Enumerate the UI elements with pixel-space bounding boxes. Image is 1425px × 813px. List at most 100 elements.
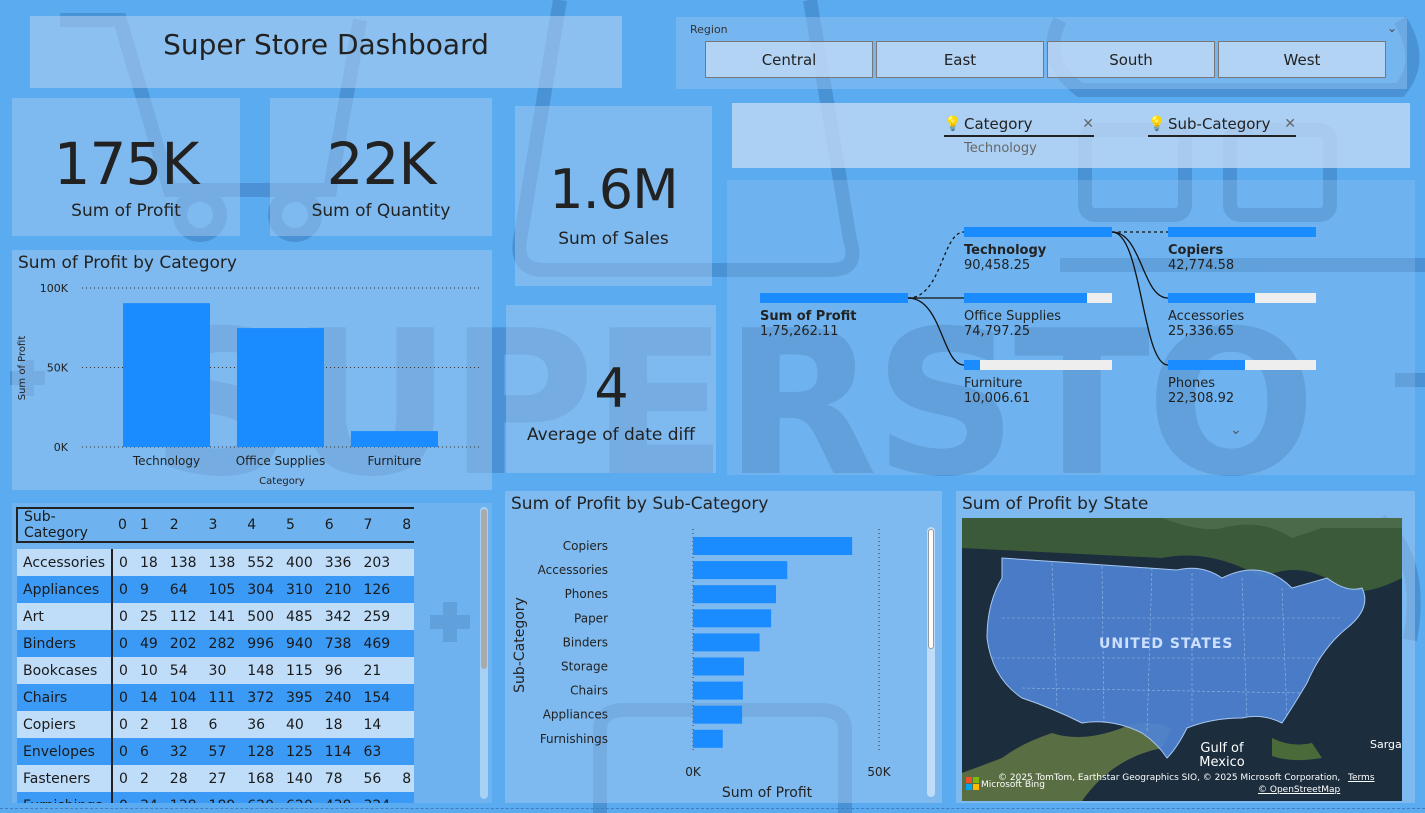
table-row[interactable]: Copiers 0 2 18 6 36 40 18 14 [17, 711, 414, 738]
chevron-down-icon[interactable]: ⌄ [1387, 21, 1397, 35]
tree-node-value: 25,336.65 [1168, 324, 1235, 339]
matrix-cell [396, 657, 414, 684]
matrix-cell: 304 [247, 581, 274, 598]
bar-chairs[interactable] [693, 681, 743, 700]
matrix-cell: 189 [203, 792, 242, 804]
matrix-cell: 282 [208, 635, 236, 652]
matrix-cell: 114 [324, 743, 352, 760]
matrix-cell: 57 [208, 743, 227, 760]
subcategory-scrollbar[interactable] [927, 527, 935, 797]
map-osm-link[interactable]: © OpenStreetMap [1258, 785, 1340, 795]
table-row[interactable]: Fasteners 0 2 28 27 168 140 78 56 8 [17, 765, 414, 792]
page-bottom-divider [0, 808, 1425, 809]
matrix-column-header: 4 [247, 517, 257, 533]
matrix-cell: 168 [247, 770, 274, 787]
filter-subcategory[interactable]: 💡 Sub-Category ✕ [1148, 115, 1296, 141]
close-icon[interactable]: ✕ [1284, 116, 1296, 132]
matrix-cell: 18 [139, 554, 158, 571]
kpi-card-profit[interactable]: 175K Sum of Profit [12, 98, 240, 236]
matrix-scrollbar[interactable] [480, 507, 488, 799]
matrix-cell: 0 [119, 635, 128, 652]
kpi-card-sales[interactable]: 1.6M Sum of Sales [515, 106, 712, 286]
table-row[interactable]: Art 0 25 112 141 500 485 342 259 [17, 603, 414, 630]
map-canvas [962, 518, 1402, 801]
bar-furnishings[interactable] [693, 729, 723, 748]
table-row[interactable]: Chairs 0 14 104 111 372 395 240 154 [17, 684, 414, 711]
kpi-card-date-diff[interactable]: 4 Average of date diff [506, 305, 716, 473]
table-row[interactable]: Bookcases 0 10 54 30 148 115 96 21 [17, 657, 414, 684]
region-button-east[interactable]: East [876, 41, 1044, 78]
matrix-row-label: Envelopes [17, 738, 114, 765]
matrix-cell: 620 [280, 792, 319, 804]
tree-node-accessories[interactable]: Accessories 25,336.65 [1168, 293, 1316, 339]
bar-accessories[interactable] [693, 561, 788, 580]
tree-node-label: Furniture [964, 376, 1023, 391]
matrix-cell: 96 [324, 662, 343, 679]
tree-node-furniture[interactable]: Furniture 10,006.61 [964, 360, 1112, 406]
matrix-cell: 34 [134, 792, 164, 804]
y-tick-label: Storage [561, 660, 608, 674]
lightbulb-icon: 💡 [1148, 116, 1166, 132]
tree-node-value: 90,458.25 [964, 258, 1031, 273]
matrix-cell: 8 [402, 770, 412, 787]
tree-node-copiers[interactable]: Copiers 42,774.58 [1168, 227, 1316, 273]
kpi-card-quantity[interactable]: 22K Sum of Quantity [270, 98, 492, 236]
table-row[interactable]: Envelopes 0 6 32 57 128 125 114 63 [17, 738, 414, 765]
tree-node-label: Technology [964, 243, 1047, 258]
bar-technology[interactable] [123, 303, 210, 447]
tree-node-value: 10,006.61 [964, 391, 1031, 406]
map-terms-link[interactable]: Terms [1348, 773, 1375, 783]
matrix-cell: 372 [247, 689, 274, 706]
matrix-cell: 0 [119, 689, 128, 706]
region-button-south[interactable]: South [1047, 41, 1215, 78]
tree-node-phones[interactable]: Phones 22,308.92 [1168, 360, 1316, 406]
tree-node-office-supplies[interactable]: Office Supplies 74,797.25 [964, 293, 1112, 339]
matrix-cell [396, 711, 414, 738]
matrix-cell: 64 [169, 581, 188, 598]
filter-category-name: Category [944, 115, 1094, 137]
matrix-cell: 18 [169, 716, 188, 733]
x-axis-label: Category [259, 476, 305, 487]
table-row[interactable]: Appliances 0 9 64 105 304 310 210 126 [17, 576, 414, 603]
bar-storage[interactable] [693, 657, 744, 676]
region-button-central[interactable]: Central [705, 41, 873, 78]
decomposition-tree[interactable]: Sum of Profit 1,75,262.11 Technology 90,… [727, 180, 1415, 475]
kpi-sales-value: 1.6M [549, 158, 678, 221]
matrix-row-label: Furnishings [17, 792, 114, 803]
matrix-cell: 500 [247, 608, 274, 625]
matrix-cell: 210 [324, 581, 352, 598]
bar-phones[interactable] [693, 585, 776, 604]
matrix-cell: 32 [169, 743, 188, 760]
tree-node-value: 22,308.92 [1168, 391, 1235, 406]
profit-by-subcategory-chart[interactable]: Sum of Profit by Sub-Category Copiers Acc… [505, 491, 942, 803]
bar-office-supplies[interactable] [237, 328, 324, 447]
close-icon[interactable]: ✕ [1082, 116, 1094, 132]
bar-furniture[interactable] [351, 431, 438, 447]
y-axis-label: Sum of Profit [17, 336, 28, 401]
tree-root-node[interactable]: Sum of Profit 1,75,262.11 [760, 293, 908, 339]
profit-by-category-chart[interactable]: Sum of Profit by Category 0K 50K 100K Techn… [12, 250, 492, 490]
matrix-cell [396, 576, 414, 603]
y-tick-label: 50K [47, 362, 69, 375]
y-tick-label: 100K [40, 282, 69, 295]
table-row[interactable]: Furnishings034138189620620438324 [17, 792, 414, 803]
y-tick-label: Paper [574, 611, 608, 625]
subcategory-matrix[interactable]: Sub-Category 0 1 2 3 4 5 6 7 8 Accessories 0 18 138 13… [12, 503, 492, 803]
bar-paper[interactable] [693, 609, 772, 628]
bar-copiers[interactable] [693, 537, 853, 555]
matrix-column-header: 6 [324, 517, 334, 533]
matrix-cell: 140 [286, 770, 313, 787]
bar-binders[interactable] [693, 633, 760, 652]
matrix-row-label: Chairs [17, 684, 114, 711]
table-row[interactable]: Accessories 0 18 138 138 552 400 336 203 [17, 549, 414, 576]
filter-category[interactable]: 💡 Category Technology ✕ [944, 115, 1094, 156]
map-label-country: UNITED STATES [1099, 636, 1234, 652]
region-button-west[interactable]: West [1218, 41, 1386, 78]
profit-by-state-map[interactable]: UNITED STATES Gulf of Mexico Sarga Micro… [962, 518, 1402, 801]
matrix-cell: 310 [286, 581, 313, 598]
matrix-cell: 738 [324, 635, 352, 652]
table-row[interactable]: Binders 0 49 202 282 996 940 738 469 [17, 630, 414, 657]
tree-node-technology[interactable]: Technology 90,458.25 [964, 227, 1112, 273]
chevron-down-icon[interactable]: ⌄ [1230, 422, 1242, 438]
bar-appliances[interactable] [693, 705, 743, 724]
